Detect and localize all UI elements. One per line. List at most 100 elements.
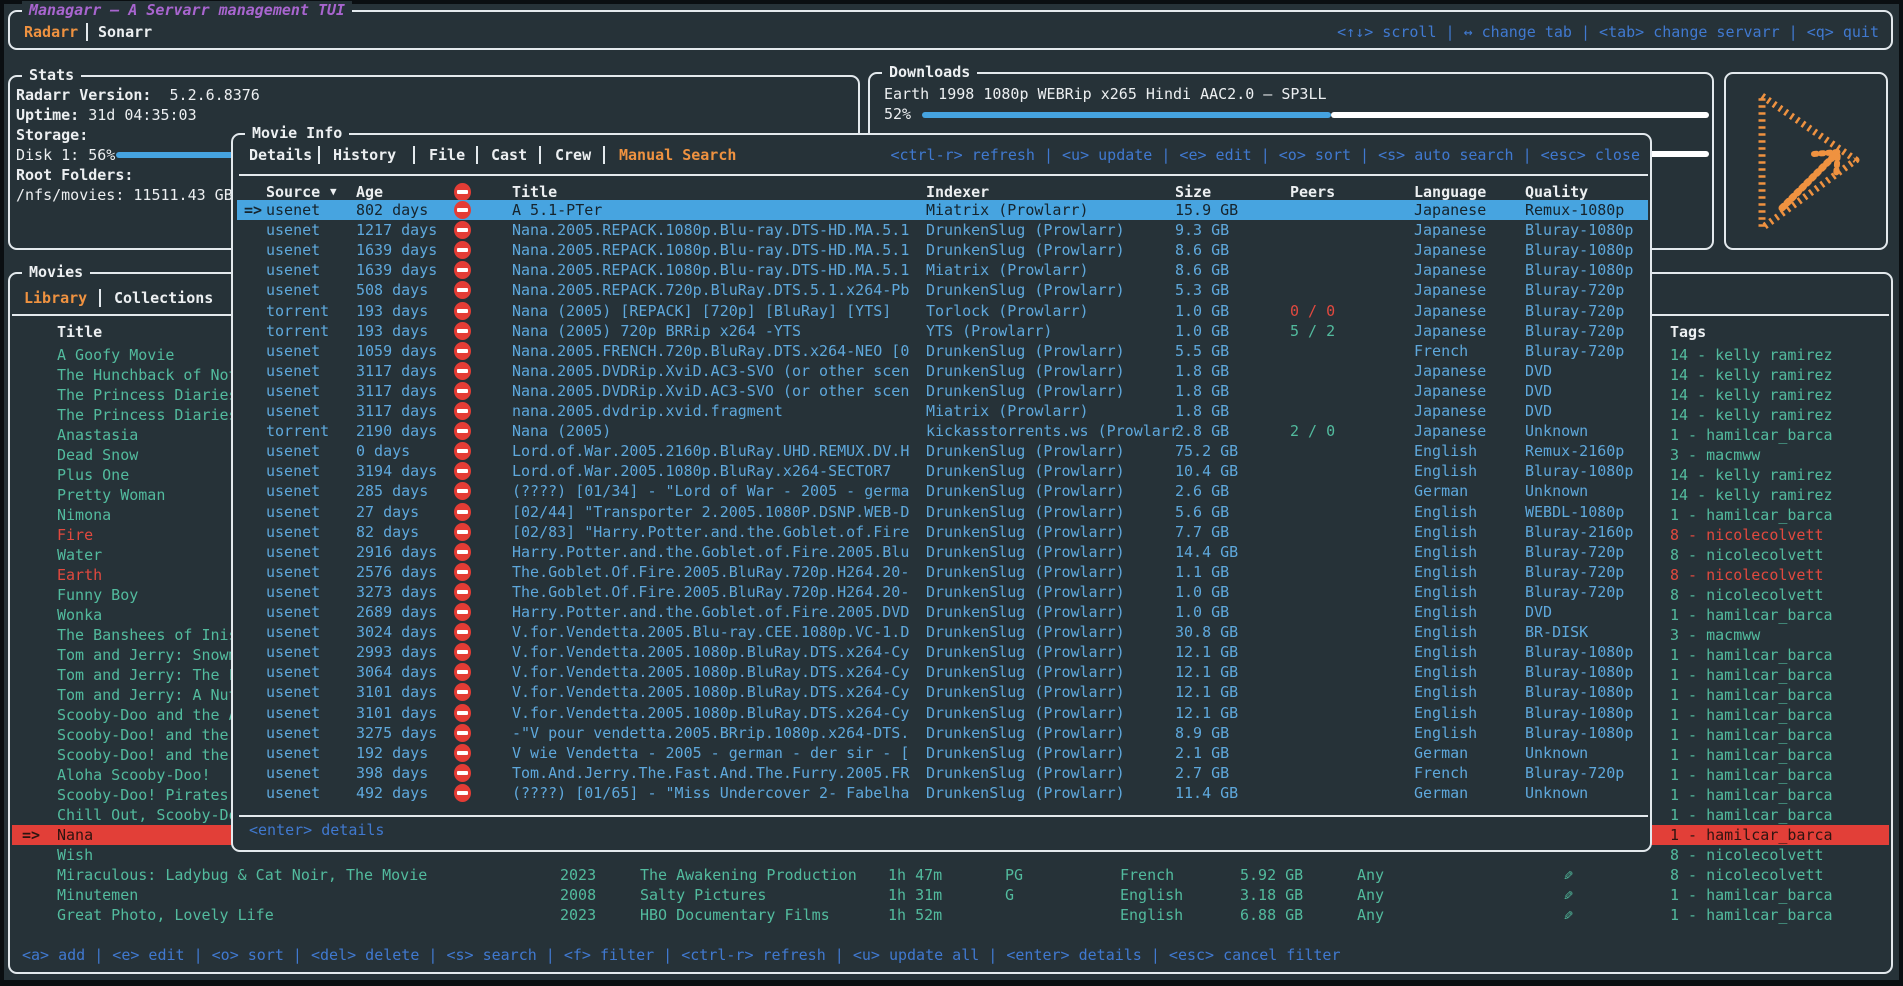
release-title-cell: Nana.2005.REPACK.1080p.Blu-ray.DTS-HD.MA…	[512, 240, 909, 260]
release-indexer-cell: Torlock (Prowlarr)	[926, 301, 1089, 321]
release-age-cell: 3117 days	[356, 361, 437, 381]
release-row[interactable]: usenet492 days(????) [01/65] - "Miss Und…	[233, 783, 1650, 803]
rejected-icon	[454, 201, 471, 219]
release-peers-cell: 5 / 2	[1290, 321, 1335, 341]
release-row[interactable]: usenet2916 daysHarry.Potter.and.the.Gobl…	[233, 542, 1650, 562]
release-row[interactable]: usenet285 days(????) [01/34] - "Lord of …	[233, 481, 1650, 501]
release-row[interactable]: usenet3275 days-"V pour vendetta.2005.BR…	[233, 723, 1650, 743]
rejected-icon	[454, 382, 471, 400]
release-row[interactable]: usenet3273 daysThe.Goblet.Of.Fire.2005.B…	[233, 582, 1650, 602]
release-quality-cell: Bluray-1080p	[1525, 703, 1633, 723]
modal-tab-cast[interactable]: Cast	[491, 145, 527, 165]
release-indexer-cell: DrunkenSlug (Prowlarr)	[926, 763, 1125, 783]
release-row[interactable]: usenet3117 daysnana.2005.dvdrip.xvid.fra…	[233, 401, 1650, 421]
release-row[interactable]: usenet27 days[02/44] "Transporter 2.2005…	[233, 502, 1650, 522]
movie-row[interactable]: Great Photo, Lovely Life2023HBO Document…	[10, 905, 1891, 925]
release-row[interactable]: usenet3024 daysV.for.Vendetta.2005.Blu-r…	[233, 622, 1650, 642]
release-row[interactable]: usenet82 days[02/83] "Harry.Potter.and.t…	[233, 522, 1650, 542]
column-header-peers[interactable]: Peers	[1290, 182, 1335, 202]
rejected-icon	[454, 183, 471, 201]
modal-keybinds: <ctrl-r> refresh | <u> update | <e> edit…	[890, 145, 1640, 165]
release-size-cell: 1.0 GB	[1175, 582, 1229, 602]
movies-tab-library[interactable]: Library	[24, 288, 87, 308]
release-title-cell: V.for.Vendetta.2005.1080p.BluRay.DTS.x26…	[512, 703, 909, 723]
modal-tab-crew[interactable]: Crew	[555, 145, 591, 165]
rejected-icon	[454, 261, 471, 279]
modal-tab-manual-search[interactable]: Manual Search	[619, 145, 736, 165]
movie-row[interactable]: Minutemen2008Salty Pictures1h 31mGEnglis…	[10, 885, 1891, 905]
column-header-age[interactable]: Age	[356, 182, 383, 202]
release-language-cell: English	[1414, 602, 1477, 622]
release-row[interactable]: usenet2993 daysV.for.Vendetta.2005.1080p…	[233, 642, 1650, 662]
release-age-cell: 3117 days	[356, 401, 437, 421]
movie-tag-cell: 3 - macmww	[1670, 625, 1760, 645]
release-title-cell: V.for.Vendetta.2005.1080p.BluRay.DTS.x26…	[512, 642, 909, 662]
modal-tab-separator	[318, 146, 320, 164]
release-indexer-cell: DrunkenSlug (Prowlarr)	[926, 481, 1125, 501]
release-row[interactable]: usenet3117 daysNana.2005.DVDRip.XviD.AC3…	[233, 361, 1650, 381]
release-row[interactable]: usenet1639 daysNana.2005.REPACK.1080p.Bl…	[233, 260, 1650, 280]
release-size-cell: 10.4 GB	[1175, 461, 1238, 481]
release-row[interactable]: usenet508 daysNana.2005.REPACK.720p.BluR…	[233, 280, 1650, 300]
release-language-cell: English	[1414, 662, 1477, 682]
release-quality-cell: Bluray-1080p	[1525, 642, 1633, 662]
release-indexer-cell: DrunkenSlug (Prowlarr)	[926, 240, 1125, 260]
movie-tag-cell: 14 - kelly ramirez	[1670, 385, 1833, 405]
release-age-cell: 398 days	[356, 763, 428, 783]
release-quality-cell: Bluray-720p	[1525, 582, 1624, 602]
release-age-cell: 0 days	[356, 441, 410, 461]
servarr-tab-radarr[interactable]: Radarr	[24, 22, 78, 42]
release-indexer-cell: DrunkenSlug (Prowlarr)	[926, 280, 1125, 300]
release-indexer-cell: kickasstorrents.ws (Prowlarr	[926, 421, 1179, 441]
movie-title-cell: Earth	[57, 565, 102, 585]
modal-tab-file[interactable]: File	[429, 145, 465, 165]
movie-tag-cell: 1 - hamilcar_barca	[1670, 765, 1833, 785]
column-header-quality[interactable]: Quality	[1525, 182, 1588, 202]
column-header-source[interactable]: Source	[266, 182, 320, 202]
modal-tab-details[interactable]: Details	[249, 145, 312, 165]
column-header-size[interactable]: Size	[1175, 182, 1211, 202]
release-quality-cell: BR-DISK	[1525, 622, 1588, 642]
column-header-indexer[interactable]: Indexer	[926, 182, 989, 202]
release-peers-cell: 0 / 0	[1290, 301, 1335, 321]
release-row[interactable]: usenet1217 daysNana.2005.REPACK.1080p.Bl…	[233, 220, 1650, 240]
release-quality-cell: Unknown	[1525, 743, 1588, 763]
release-row[interactable]: torrent2190 daysNana (2005)kickasstorren…	[233, 421, 1650, 441]
release-row[interactable]: torrent193 daysNana (2005) 720p BRRip x2…	[233, 321, 1650, 341]
release-language-cell: English	[1414, 703, 1477, 723]
release-row[interactable]: usenet3101 daysV.for.Vendetta.2005.1080p…	[233, 703, 1650, 723]
release-row[interactable]: usenet1059 daysNana.2005.FRENCH.720p.Blu…	[233, 341, 1650, 361]
movies-tab-collections[interactable]: Collections	[114, 288, 213, 308]
release-row[interactable]: usenet0 daysLord.of.War.2005.2160p.BluRa…	[233, 441, 1650, 461]
release-language-cell: German	[1414, 783, 1468, 803]
modal-tab-history[interactable]: History	[333, 145, 396, 165]
movie-title-cell: Plus One	[57, 465, 129, 485]
release-row[interactable]: torrent193 daysNana (2005) [REPACK] [720…	[233, 301, 1650, 321]
movie-language-cell: English	[1120, 905, 1183, 925]
movie-title-cell: Funny Boy	[57, 585, 138, 605]
tab-separator	[86, 23, 88, 41]
release-row[interactable]: usenet1639 daysNana.2005.REPACK.1080p.Bl…	[233, 240, 1650, 260]
release-row[interactable]: usenet192 daysV wie Vendetta - 2005 - ge…	[233, 743, 1650, 763]
release-age-cell: 802 days	[356, 200, 428, 220]
movie-row[interactable]: Miraculous: Ladybug & Cat Noir, The Movi…	[10, 865, 1891, 885]
movie-tag-cell: 1 - hamilcar_barca	[1670, 605, 1833, 625]
servarr-tab-sonarr[interactable]: Sonarr	[98, 22, 152, 42]
release-row[interactable]: usenet3194 daysLord.of.War.2005.1080p.Bl…	[233, 461, 1650, 481]
release-language-cell: English	[1414, 502, 1477, 522]
release-row[interactable]: usenet3117 daysNana.2005.DVDRip.XviD.AC3…	[233, 381, 1650, 401]
release-row[interactable]: usenet3101 daysV.for.Vendetta.2005.1080p…	[233, 682, 1650, 702]
release-row[interactable]: usenet398 daysTom.And.Jerry.The.Fast.And…	[233, 763, 1650, 783]
column-header-title[interactable]: Title	[512, 182, 557, 202]
managarr-screen: Managarr – A Servarr management TUI Rada…	[0, 0, 1903, 986]
release-row[interactable]: usenet2576 daysThe.Goblet.Of.Fire.2005.B…	[233, 562, 1650, 582]
release-row[interactable]: usenet3064 daysV.for.Vendetta.2005.1080p…	[233, 662, 1650, 682]
download-item-name: Earth 1998 1080p WEBRip x265 Hindi AAC2.…	[884, 84, 1327, 104]
column-header-language[interactable]: Language	[1414, 182, 1486, 202]
release-row[interactable]: =>usenet802 daysA 5.1-PTerMiatrix (Prowl…	[233, 200, 1650, 220]
release-size-cell: 2.6 GB	[1175, 481, 1229, 501]
release-source-cell: usenet	[266, 260, 320, 280]
release-row[interactable]: usenet2689 daysHarry.Potter.and.the.Gobl…	[233, 602, 1650, 622]
release-source-cell: usenet	[266, 220, 320, 240]
release-title-cell: Harry.Potter.and.the.Goblet.of.Fire.2005…	[512, 602, 909, 622]
